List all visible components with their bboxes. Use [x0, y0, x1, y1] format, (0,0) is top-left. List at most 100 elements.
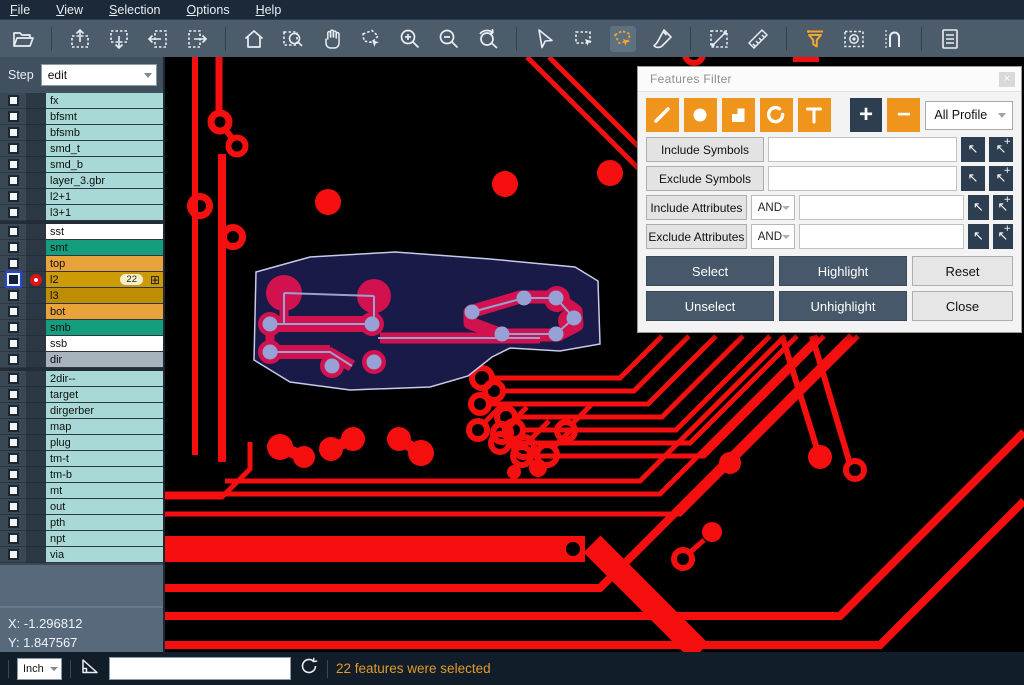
- layer-active-indicator-cell[interactable]: [26, 419, 46, 435]
- layer-row-tm-t[interactable]: tm-t: [0, 451, 163, 467]
- highlight-button[interactable]: Highlight: [779, 256, 907, 286]
- measure-ruler-icon[interactable]: [745, 26, 771, 52]
- layer-checkbox[interactable]: [8, 127, 19, 138]
- select-polygon-icon[interactable]: [610, 26, 636, 52]
- layer-name[interactable]: smd_b: [46, 157, 163, 173]
- layer-row-dirgerber[interactable]: dirgerber: [0, 403, 163, 419]
- layer-active-indicator-cell[interactable]: [26, 157, 46, 173]
- layer-active-indicator-cell[interactable]: [26, 499, 46, 515]
- layer-checkbox[interactable]: [8, 549, 19, 560]
- layer-checkbox[interactable]: [8, 95, 19, 106]
- select-rectangle-icon[interactable]: [571, 26, 597, 52]
- layer-name[interactable]: ssb: [46, 336, 163, 352]
- layer-checkbox[interactable]: [8, 389, 19, 400]
- layer-active-indicator-cell[interactable]: [26, 352, 46, 368]
- unhighlight-button[interactable]: Unhighlight: [779, 291, 907, 321]
- layer-checkbox[interactable]: [8, 437, 19, 448]
- layer-checkbox[interactable]: [8, 191, 19, 202]
- exclude-symbols-button[interactable]: Exclude Symbols: [646, 166, 764, 191]
- layer-checkbox[interactable]: [8, 322, 19, 333]
- layer-name[interactable]: 2dir--: [46, 371, 163, 387]
- layer-checkbox[interactable]: [8, 242, 19, 253]
- layer-name[interactable]: mt: [46, 483, 163, 499]
- layer-active-indicator-cell[interactable]: [26, 224, 46, 240]
- layer-name[interactable]: layer_3.gbr: [46, 173, 163, 189]
- pick-add-symbol-icon[interactable]: ↖+: [989, 166, 1013, 191]
- layer-checkbox[interactable]: [8, 373, 19, 384]
- layer-checkbox[interactable]: [8, 533, 19, 544]
- pick-symbol-icon[interactable]: ↖: [961, 137, 985, 162]
- layer-row-ssb[interactable]: ssb: [0, 336, 163, 352]
- layer-active-indicator-cell[interactable]: [26, 515, 46, 531]
- layer-row-l2+1[interactable]: l2+1: [0, 189, 163, 205]
- close-button[interactable]: Close: [912, 291, 1013, 321]
- layer-active-indicator-cell[interactable]: [26, 272, 46, 288]
- layer-active-indicator-cell[interactable]: [26, 371, 46, 387]
- layer-checkbox[interactable]: [8, 226, 19, 237]
- layer-active-indicator-cell[interactable]: [26, 205, 46, 221]
- layer-checkbox[interactable]: [8, 354, 19, 365]
- view-options-icon[interactable]: [841, 26, 867, 52]
- close-icon[interactable]: ×: [999, 72, 1015, 87]
- layer-table-icon[interactable]: ⊞: [150, 273, 160, 287]
- layer-active-indicator-cell[interactable]: [26, 336, 46, 352]
- layer-checkbox[interactable]: [8, 338, 19, 349]
- layer-active-indicator-cell[interactable]: [26, 189, 46, 205]
- exclude-attributes-operator-select[interactable]: AND: [751, 224, 795, 249]
- pick-add-attribute-icon[interactable]: ↖+: [993, 224, 1013, 249]
- open-file-icon[interactable]: [10, 26, 36, 52]
- layer-name[interactable]: map: [46, 419, 163, 435]
- layer-row-sst[interactable]: sst: [0, 224, 163, 240]
- filter-pads-button[interactable]: [684, 98, 717, 132]
- layer-active-indicator-cell[interactable]: [26, 387, 46, 403]
- layer-name[interactable]: out: [46, 499, 163, 515]
- net-trace-icon[interactable]: [880, 26, 906, 52]
- layer-row-smb[interactable]: smb: [0, 320, 163, 336]
- layer-checkbox[interactable]: [8, 405, 19, 416]
- layer-active-indicator-cell[interactable]: [26, 109, 46, 125]
- layer-name[interactable]: bfsmt: [46, 109, 163, 125]
- features-filter-icon[interactable]: [802, 26, 828, 52]
- home-view-icon[interactable]: [241, 26, 267, 52]
- zoom-window-icon[interactable]: [280, 26, 306, 52]
- layer-row-target[interactable]: target: [0, 387, 163, 403]
- layer-row-smd_t[interactable]: smd_t: [0, 141, 163, 157]
- zoom-out-icon[interactable]: [436, 26, 462, 52]
- layer-checkbox[interactable]: [8, 111, 19, 122]
- layer-row-pth[interactable]: pth: [0, 515, 163, 531]
- layer-checkbox[interactable]: [8, 258, 19, 269]
- layer-row-bot[interactable]: bot: [0, 304, 163, 320]
- select-arrow-icon[interactable]: [532, 26, 558, 52]
- exclude-symbols-input[interactable]: [768, 166, 957, 191]
- filter-add-button[interactable]: +: [850, 98, 883, 132]
- layer-checkbox[interactable]: [8, 421, 19, 432]
- filter-arcs-button[interactable]: [760, 98, 793, 132]
- layer-row-out[interactable]: out: [0, 499, 163, 515]
- layer-name[interactable]: via: [46, 547, 163, 563]
- layer-active-indicator-cell[interactable]: [26, 141, 46, 157]
- filter-surfaces-button[interactable]: [722, 98, 755, 132]
- layer-name[interactable]: fx: [46, 93, 163, 109]
- layer-row-bfsmt[interactable]: bfsmt: [0, 109, 163, 125]
- layer-name[interactable]: tm-b: [46, 467, 163, 483]
- layer-row-npt[interactable]: npt: [0, 531, 163, 547]
- zoom-in-icon[interactable]: [397, 26, 423, 52]
- profile-select[interactable]: All Profile: [925, 101, 1013, 130]
- filter-lines-button[interactable]: [646, 98, 679, 132]
- pick-attribute-icon[interactable]: ↖: [968, 195, 988, 220]
- layer-checkbox[interactable]: [8, 453, 19, 464]
- layer-name[interactable]: l2+1: [46, 189, 163, 205]
- layer-row-plug[interactable]: plug: [0, 435, 163, 451]
- layer-active-indicator-cell[interactable]: [26, 304, 46, 320]
- exclude-attributes-button[interactable]: Exclude Attributes: [646, 224, 747, 249]
- angle-measure-icon[interactable]: [79, 655, 101, 682]
- layer-row-map[interactable]: map: [0, 419, 163, 435]
- layer-row-fx[interactable]: fx: [0, 93, 163, 109]
- layer-checkbox[interactable]: [8, 306, 19, 317]
- layer-active-indicator-cell[interactable]: [26, 531, 46, 547]
- include-attributes-button[interactable]: Include Attributes: [646, 195, 747, 220]
- layer-name[interactable]: smb: [46, 320, 163, 336]
- pan-down-icon[interactable]: [106, 26, 132, 52]
- layer-name[interactable]: sst: [46, 224, 163, 240]
- layer-name[interactable]: l3: [46, 288, 163, 304]
